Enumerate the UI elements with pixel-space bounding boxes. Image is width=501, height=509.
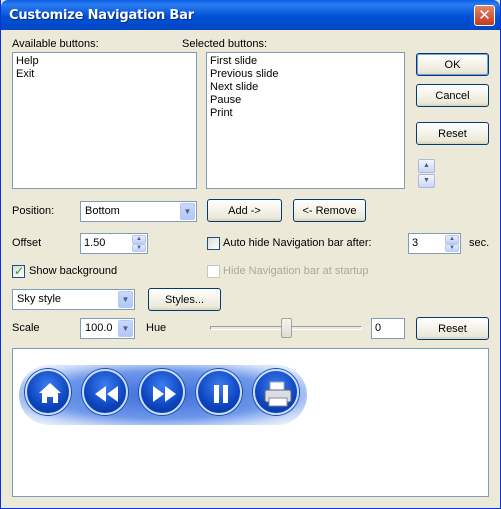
hue-slider-thumb[interactable] xyxy=(280,318,292,338)
spin-up-icon[interactable]: ▲ xyxy=(445,235,459,244)
spin-up-icon[interactable]: ▲ xyxy=(132,235,146,244)
arrow-up-icon: ▲ xyxy=(423,162,430,169)
window-title: Customize Navigation Bar xyxy=(9,8,194,23)
show-background-checkbox[interactable]: ✓ xyxy=(12,264,25,278)
offset-label: Offset xyxy=(12,237,42,249)
hide-startup-label: Hide Navigation bar at startup xyxy=(223,265,369,277)
chevron-down-icon[interactable]: ▼ xyxy=(180,203,195,220)
list-item[interactable]: Exit xyxy=(16,68,193,81)
cancel-button-label: Cancel xyxy=(435,89,470,102)
ok-button[interactable]: OK xyxy=(416,53,489,76)
autohide-spin-buttons[interactable]: ▲ ▼ xyxy=(445,235,459,252)
move-down-button[interactable]: ▼ xyxy=(418,174,435,188)
remove-button-label: <- Remove xyxy=(302,204,357,217)
add-button[interactable]: Add -> xyxy=(207,199,282,222)
dialog-window: Customize Navigation Bar ✕ Available but… xyxy=(0,0,501,509)
scale-label: Scale xyxy=(12,322,40,334)
next-icon xyxy=(139,369,185,415)
home-icon xyxy=(25,369,71,415)
offset-spin-buttons[interactable]: ▲ ▼ xyxy=(132,235,146,252)
move-up-button[interactable]: ▲ xyxy=(418,159,435,173)
scale-value: 100.0 xyxy=(85,322,113,334)
cancel-button[interactable]: Cancel xyxy=(416,84,489,107)
checkmark-icon: ✓ xyxy=(14,264,25,278)
position-select[interactable]: Bottom ▼ xyxy=(80,201,197,222)
spin-down-icon[interactable]: ▼ xyxy=(132,243,146,252)
list-item[interactable]: Print xyxy=(210,107,401,120)
autohide-label: Auto hide Navigation bar after: xyxy=(223,237,372,249)
offset-spinner[interactable]: 1.50 ▲ ▼ xyxy=(80,233,148,254)
close-button[interactable]: ✕ xyxy=(474,5,495,26)
ok-button-label: OK xyxy=(444,58,461,71)
preview-area xyxy=(12,348,489,497)
hide-startup-checkbox[interactable] xyxy=(207,265,220,278)
selected-buttons-label: Selected buttons: xyxy=(182,38,268,50)
arrow-down-icon: ▼ xyxy=(423,177,430,184)
reset-button[interactable]: Reset xyxy=(416,122,489,145)
styles-button-label: Styles... xyxy=(164,293,205,306)
autohide-checkbox[interactable] xyxy=(207,237,220,250)
chevron-down-icon[interactable]: ▼ xyxy=(118,291,133,308)
autohide-unit: sec. xyxy=(469,237,490,249)
available-buttons-list[interactable]: Help Exit xyxy=(12,52,197,189)
autohide-seconds-spinner[interactable]: 3 ▲ ▼ xyxy=(408,233,461,254)
list-item[interactable]: Next slide xyxy=(210,81,401,94)
list-item[interactable]: Pause xyxy=(210,94,401,107)
autohide-seconds-value: 3 xyxy=(412,237,419,249)
hue-value-field[interactable]: 0 xyxy=(371,318,405,339)
dialog-client: Available buttons: Help Exit Selected bu… xyxy=(4,30,497,506)
position-label: Position: xyxy=(12,205,55,217)
reset-hue-button[interactable]: Reset xyxy=(416,317,489,340)
style-select[interactable]: Sky style ▼ xyxy=(12,289,135,310)
remove-button[interactable]: <- Remove xyxy=(293,199,366,222)
reset-hue-button-label: Reset xyxy=(438,322,467,335)
styles-button[interactable]: Styles... xyxy=(148,288,221,311)
chevron-down-icon[interactable]: ▼ xyxy=(118,320,133,337)
spin-down-icon[interactable]: ▼ xyxy=(445,243,459,252)
hue-label: Hue xyxy=(146,322,167,334)
reset-button-label: Reset xyxy=(438,127,467,140)
available-buttons-label: Available buttons: xyxy=(12,38,99,50)
offset-value: 1.50 xyxy=(84,237,106,249)
print-icon xyxy=(253,369,299,415)
scale-select[interactable]: 100.0 ▼ xyxy=(80,318,135,339)
position-value: Bottom xyxy=(85,205,120,217)
list-item[interactable]: First slide xyxy=(210,55,401,68)
add-button-label: Add -> xyxy=(228,204,261,217)
list-item[interactable]: Help xyxy=(16,55,193,68)
title-bar[interactable]: Customize Navigation Bar ✕ xyxy=(1,0,500,30)
hue-value: 0 xyxy=(375,322,382,334)
list-item[interactable]: Previous slide xyxy=(210,68,401,81)
previous-icon xyxy=(82,369,128,415)
show-background-label: Show background xyxy=(29,265,118,277)
pause-icon xyxy=(196,369,242,415)
style-value: Sky style xyxy=(17,293,62,305)
selected-buttons-list[interactable]: First slide Previous slide Next slide Pa… xyxy=(206,52,405,189)
